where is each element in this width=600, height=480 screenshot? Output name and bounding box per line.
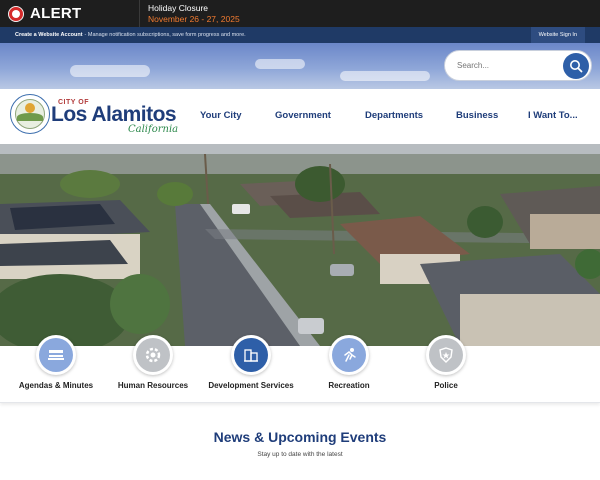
quick-link-label: Agendas & Minutes — [18, 381, 94, 390]
agenda-icon — [39, 338, 73, 372]
nav-your-city[interactable]: Your City — [200, 110, 242, 121]
quick-link-label: Police — [434, 381, 458, 390]
alert-toggle[interactable]: ALERT — [0, 0, 140, 27]
website-sign-in-button[interactable]: Website Sign In — [530, 27, 585, 43]
runner-icon — [332, 338, 366, 372]
quick-link-development-services[interactable]: Development Services — [196, 335, 306, 397]
nav-government[interactable]: Government — [275, 110, 331, 121]
gear-icon — [136, 338, 170, 372]
quick-link-agendas[interactable]: Agendas & Minutes — [1, 335, 111, 397]
search-box — [444, 50, 592, 81]
quick-link-recreation[interactable]: Recreation — [294, 335, 404, 397]
quick-link-label: Human Resources — [117, 381, 189, 390]
nav-i-want-to[interactable]: I Want To... — [528, 110, 578, 121]
create-account-note: - Manage notification subscriptions, sav… — [84, 32, 246, 38]
page: ALERT Holiday Closure November 26 - 27, … — [0, 0, 600, 480]
nav-business[interactable]: Business — [456, 110, 498, 121]
city-seal-icon — [10, 94, 50, 134]
quick-link-label: Development Services — [208, 381, 294, 390]
quick-link-human-resources[interactable]: Human Resources — [98, 335, 208, 397]
alert-icon — [8, 5, 24, 22]
police-badge-icon — [429, 338, 463, 372]
alert-label: ALERT — [30, 5, 82, 22]
news-section-subtitle: Stay up to date with the latest — [257, 451, 343, 458]
account-bar: Create a Website Account - Manage notifi… — [0, 27, 600, 43]
alert-message[interactable]: Holiday Closure November 26 - 27, 2025 — [140, 0, 240, 27]
search-input[interactable] — [457, 61, 567, 70]
search-icon — [570, 60, 583, 73]
building-icon — [234, 338, 268, 372]
search-button[interactable] — [563, 53, 589, 79]
alert-title[interactable]: Holiday Closure — [148, 3, 240, 14]
alert-date: November 26 - 27, 2025 — [148, 13, 240, 24]
logo-state: California — [128, 124, 179, 135]
quick-link-label: Recreation — [328, 381, 370, 390]
alert-bar: ALERT Holiday Closure November 26 - 27, … — [0, 0, 600, 27]
quick-link-police[interactable]: Police — [391, 335, 501, 397]
news-section-title: News & Upcoming Events — [213, 429, 387, 445]
nav-departments[interactable]: Departments — [365, 110, 423, 121]
hero-aerial-photo — [0, 144, 600, 346]
city-logo[interactable]: CITY OF Los Alamitos California — [10, 92, 180, 139]
create-account-link[interactable]: Create a Website Account — [15, 32, 83, 38]
